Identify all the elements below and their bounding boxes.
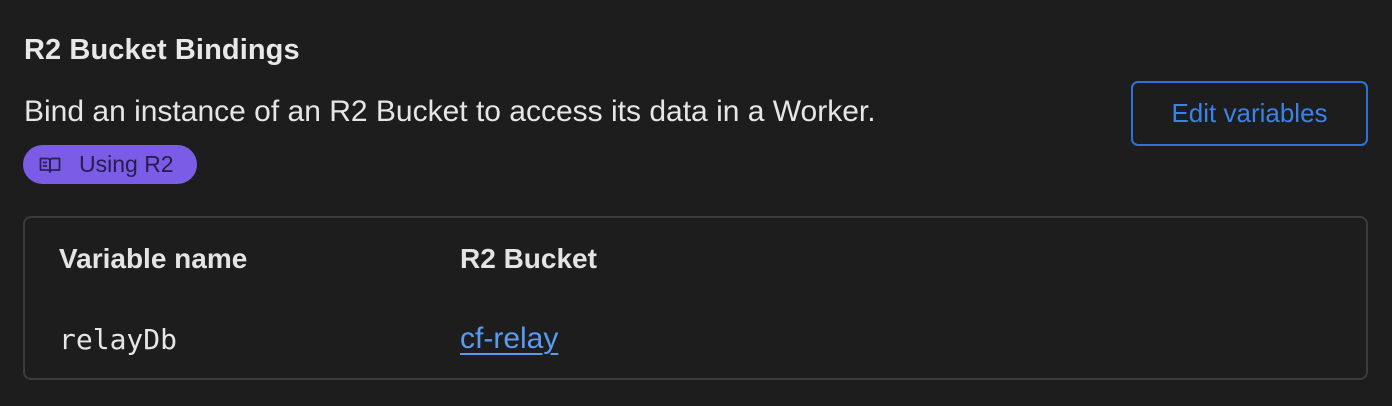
bucket-link[interactable]: cf-relay xyxy=(460,322,558,356)
doc-link-label: Using R2 xyxy=(79,151,174,177)
section-title: R2 Bucket Bindings xyxy=(24,34,300,66)
column-header-variable-name: Variable name xyxy=(59,243,248,274)
section-description: Bind an instance of an R2 Bucket to acce… xyxy=(24,95,876,128)
book-icon xyxy=(39,156,61,174)
using-r2-doc-link[interactable]: Using R2 xyxy=(23,145,197,184)
variable-name-cell: relayDb xyxy=(59,323,178,356)
column-header-r2-bucket: R2 Bucket xyxy=(460,243,597,274)
edit-variables-button[interactable]: Edit variables xyxy=(1131,81,1368,146)
bindings-table: Variable name R2 Bucket relayDb cf-relay xyxy=(23,216,1368,380)
